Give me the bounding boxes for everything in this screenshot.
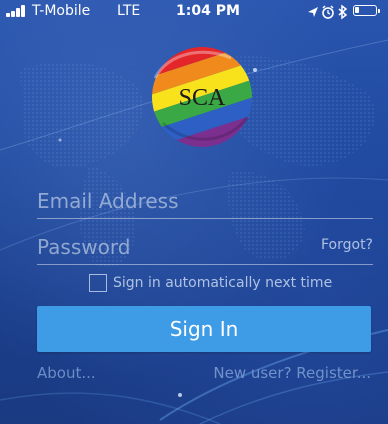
bluetooth-icon (338, 4, 348, 20)
sign-in-button[interactable]: Sign In (37, 306, 371, 352)
email-field (37, 184, 373, 219)
password-input[interactable] (37, 230, 317, 264)
auto-sign-in-label: Sign in automatically next time (113, 275, 333, 291)
status-bar: T-Mobile LTE 1:04 PM (0, 0, 388, 22)
about-link[interactable]: About... (37, 364, 96, 382)
carrier-name: T-Mobile (32, 3, 91, 19)
clock: 1:04 PM (176, 3, 240, 19)
sca-logo: SCA (138, 33, 266, 161)
register-link[interactable]: New user? Register... (213, 364, 371, 382)
network-type: LTE (117, 3, 141, 19)
battery-icon (353, 5, 380, 16)
alarm-clock-icon (322, 5, 334, 19)
forgot-password-link[interactable]: Forgot? (321, 237, 373, 253)
email-input[interactable] (37, 184, 317, 218)
location-arrow-icon (308, 7, 318, 17)
login-screen: T-Mobile LTE 1:04 PM SCA Email Address F… (0, 0, 388, 424)
auto-sign-in-checkbox[interactable] (89, 274, 107, 292)
signal-strength-icon (6, 5, 30, 17)
logo-text: SCA (178, 85, 226, 111)
password-field: Forgot? (37, 230, 373, 265)
